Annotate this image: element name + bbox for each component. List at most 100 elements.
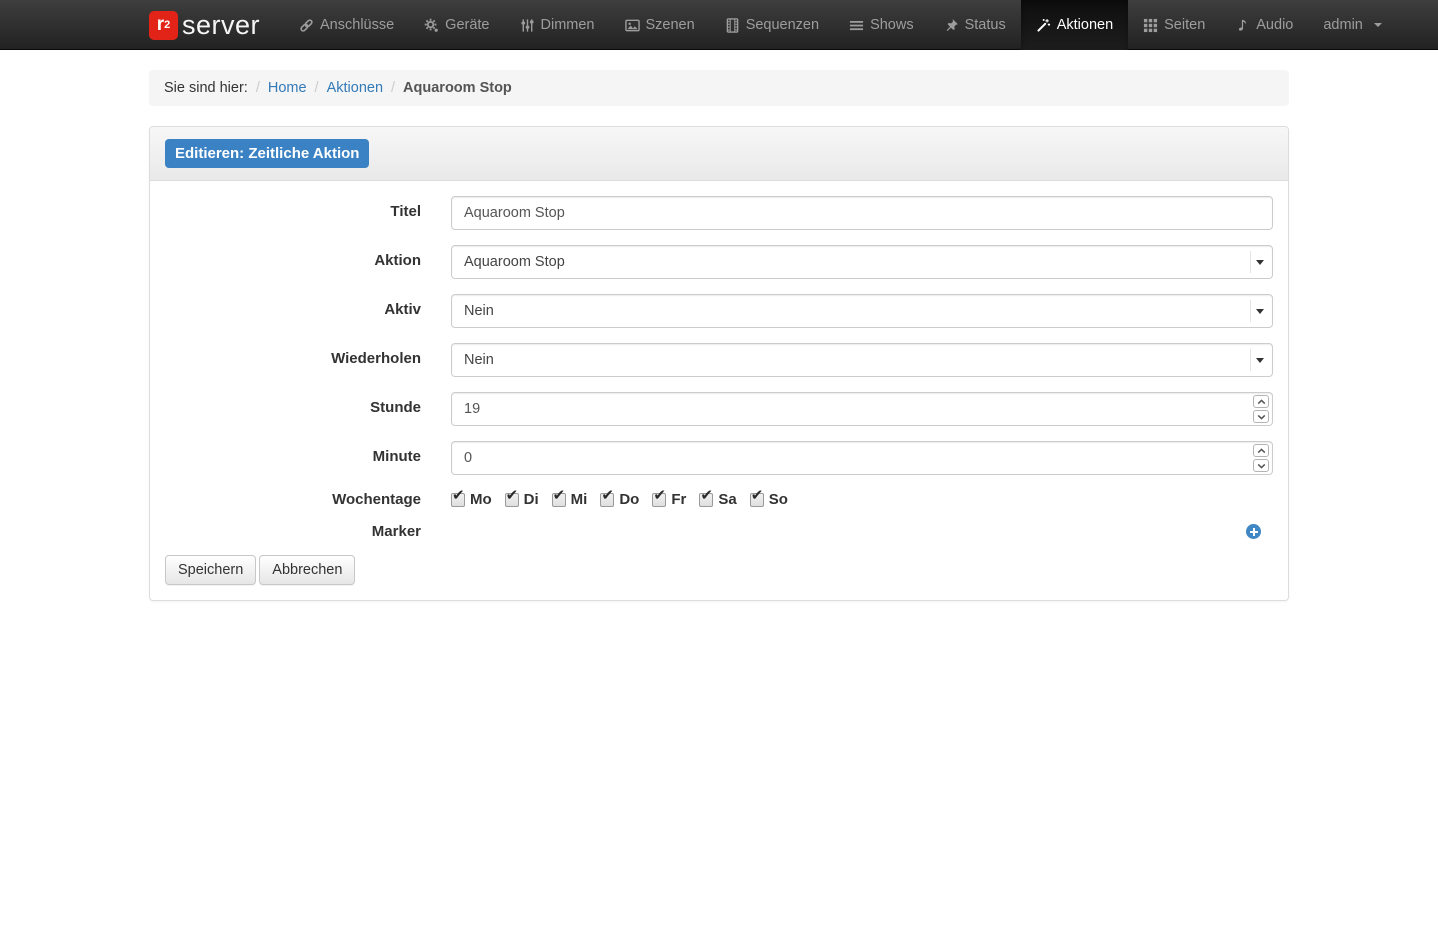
breadcrumb: Sie sind hier: / Home / Aktionen / Aquar…	[149, 70, 1289, 106]
wiederholen-label: Wiederholen	[165, 343, 451, 377]
stunde-label: Stunde	[165, 392, 451, 426]
nav-item-shows[interactable]: Shows	[834, 0, 929, 50]
stunde-stepper	[1253, 395, 1269, 423]
checkbox-checked[interactable]: ✔	[750, 493, 764, 507]
titel-input[interactable]	[451, 196, 1273, 230]
check-icon: ✔	[653, 488, 666, 503]
aktion-label: Aktion	[165, 245, 451, 279]
nav-item-status[interactable]: Status	[929, 0, 1021, 50]
nav-item-szenen[interactable]: Szenen	[610, 0, 710, 50]
panel-title-badge: Editieren: Zeitliche Aktion	[165, 139, 369, 168]
breadcrumb-link-home[interactable]: Home	[268, 80, 307, 96]
check-icon: ✔	[452, 488, 465, 503]
nav-item-aktionen[interactable]: Aktionen	[1021, 0, 1128, 50]
nav-item-dimmen[interactable]: Dimmen	[505, 0, 610, 50]
edit-action-panel: Editieren: Zeitliche Aktion Titel Aktion…	[149, 126, 1289, 601]
picture-icon	[625, 18, 640, 33]
chevron-up-icon	[1257, 448, 1266, 454]
user-menu-admin[interactable]: admin	[1308, 0, 1397, 50]
stunde-input[interactable]	[451, 392, 1273, 426]
checkbox-checked[interactable]: ✔	[699, 493, 713, 507]
breadcrumb-prefix: Sie sind hier:	[164, 80, 248, 96]
wiederholen-select[interactable]: Nein	[451, 343, 1273, 377]
aktion-select[interactable]: Aquaroom Stop	[451, 245, 1273, 279]
nav-item-label: Shows	[870, 17, 914, 33]
breadcrumb-link-aktionen[interactable]: Aktionen	[327, 80, 383, 96]
stunde-step-up-button[interactable]	[1253, 395, 1269, 408]
nav-item-label: Sequenzen	[746, 17, 819, 33]
nav-item-audio[interactable]: Audio	[1220, 0, 1308, 50]
form-row-titel: Titel	[165, 196, 1273, 230]
breadcrumb-current: Aquaroom Stop	[403, 80, 512, 96]
form-row-minute: Minute	[165, 441, 1273, 475]
form-row-stunde: Stunde	[165, 392, 1273, 426]
panel-body: Titel Aktion Aquaroom Stop Aktiv	[150, 181, 1288, 600]
minute-step-down-button[interactable]	[1253, 459, 1269, 472]
chevron-down-icon	[1256, 309, 1264, 314]
breadcrumb-separator: /	[248, 80, 268, 96]
cancel-button[interactable]: Abbrechen	[259, 555, 355, 585]
check-icon: ✔	[601, 488, 614, 503]
nav-item-label: Audio	[1256, 17, 1293, 33]
minute-step-up-button[interactable]	[1253, 444, 1269, 457]
check-icon: ✔	[700, 488, 713, 503]
sliders-icon	[520, 18, 535, 33]
form-row-wiederholen: Wiederholen Nein	[165, 343, 1273, 377]
weekday-mi[interactable]: ✔Mi	[552, 491, 588, 508]
breadcrumb-separator: /	[307, 80, 327, 96]
nav-item-label: Status	[965, 17, 1006, 33]
weekday-mo[interactable]: ✔Mo	[451, 491, 492, 508]
check-icon: ✔	[751, 488, 764, 503]
nav-item-label: Dimmen	[541, 17, 595, 33]
weekday-do[interactable]: ✔Do	[600, 491, 639, 508]
chevron-up-icon	[1257, 399, 1266, 405]
checkbox-checked[interactable]: ✔	[552, 493, 566, 507]
marker-label: Marker	[165, 523, 451, 540]
checkbox-checked[interactable]: ✔	[505, 493, 519, 507]
chevron-down-icon	[1256, 358, 1264, 363]
aktion-select-value: Aquaroom Stop	[464, 254, 565, 270]
weekday-sa[interactable]: ✔Sa	[699, 491, 736, 508]
aktiv-select[interactable]: Nein	[451, 294, 1273, 328]
minute-label: Minute	[165, 441, 451, 475]
aktiv-select-value: Nein	[464, 303, 494, 319]
user-menu-label: admin	[1323, 17, 1363, 33]
save-button[interactable]: Speichern	[165, 555, 256, 585]
film-icon	[725, 18, 740, 33]
brand-name: server	[182, 10, 260, 41]
brand-logo-icon: r2	[149, 11, 178, 40]
link-icon	[299, 18, 314, 33]
chevron-down-icon	[1257, 414, 1266, 420]
form-actions: Speichern Abbrechen	[165, 555, 1273, 585]
weekday-fr[interactable]: ✔Fr	[652, 491, 686, 508]
nav-item-seiten[interactable]: Seiten	[1128, 0, 1220, 50]
form-row-marker: Marker	[165, 523, 1273, 540]
nav-item-geraete[interactable]: Geräte	[409, 0, 504, 50]
brand-logo[interactable]: r2 server	[149, 0, 284, 50]
form-row-wochentage: Wochentage ✔Mo ✔Di ✔Mi ✔Do ✔Fr ✔Sa ✔So	[165, 490, 1273, 508]
weekday-so[interactable]: ✔So	[750, 491, 788, 508]
list-icon	[849, 18, 864, 33]
nav-item-label: Aktionen	[1057, 17, 1113, 33]
wand-icon	[1036, 18, 1051, 33]
aktiv-label: Aktiv	[165, 294, 451, 328]
nav-item-sequenzen[interactable]: Sequenzen	[710, 0, 834, 50]
checkbox-checked[interactable]: ✔	[600, 493, 614, 507]
chevron-down-icon	[1256, 260, 1264, 265]
check-icon: ✔	[506, 488, 519, 503]
panel-heading: Editieren: Zeitliche Aktion	[150, 127, 1288, 181]
titel-label: Titel	[165, 196, 451, 230]
stunde-step-down-button[interactable]	[1253, 410, 1269, 423]
gears-icon	[424, 18, 439, 33]
nav-item-anschluesse[interactable]: Anschlüsse	[284, 0, 409, 50]
breadcrumb-separator: /	[383, 80, 403, 96]
checkbox-checked[interactable]: ✔	[652, 493, 666, 507]
wiederholen-select-value: Nein	[464, 352, 494, 368]
music-icon	[1235, 18, 1250, 33]
minute-input[interactable]	[451, 441, 1273, 475]
weekday-di[interactable]: ✔Di	[505, 491, 539, 508]
nav-item-label: Seiten	[1164, 17, 1205, 33]
checkbox-checked[interactable]: ✔	[451, 493, 465, 507]
add-marker-button[interactable]	[1246, 524, 1261, 539]
check-icon: ✔	[553, 488, 566, 503]
